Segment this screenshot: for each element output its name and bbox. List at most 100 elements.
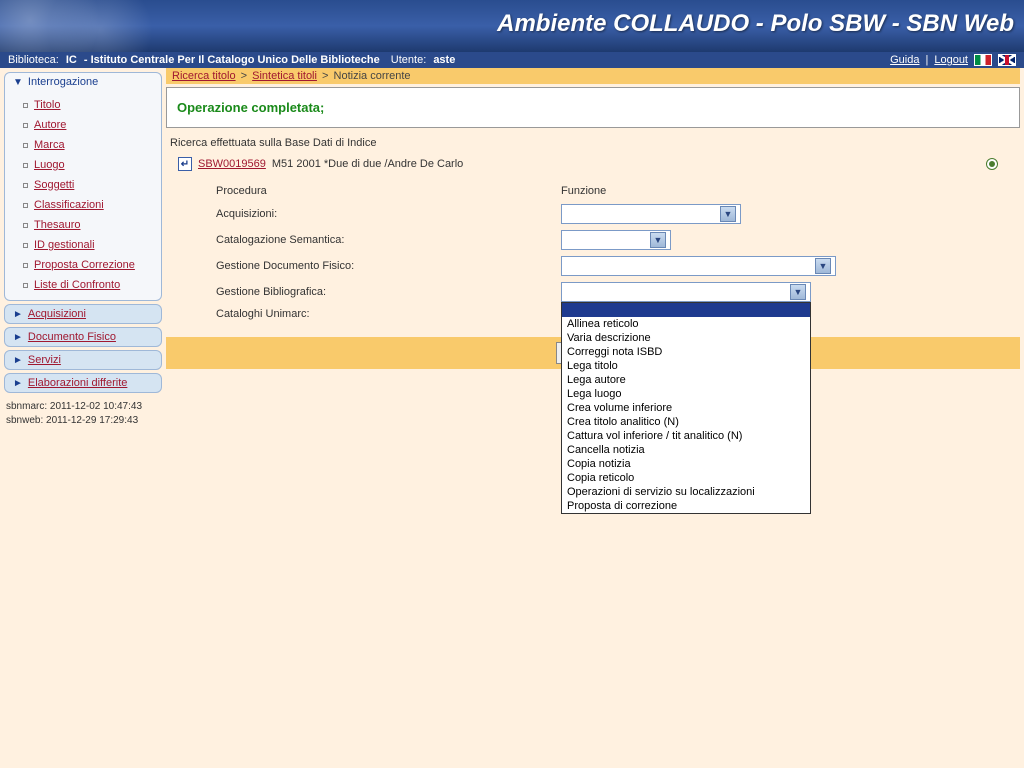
header-funzione: Funzione xyxy=(561,185,606,197)
back-arrow-icon[interactable]: ↵ xyxy=(178,157,192,171)
bullet-icon xyxy=(23,143,28,148)
sidebar-item: Titolo xyxy=(23,95,153,115)
dropdown-option[interactable]: Crea titolo analitico (N) xyxy=(562,415,810,429)
app-title: Ambiente COLLAUDO - Polo SBW - SBN Web xyxy=(497,10,1014,38)
sidebar-link[interactable]: ID gestionali xyxy=(34,239,95,251)
dropdown-option[interactable]: Cattura vol inferiore / tit analitico (N… xyxy=(562,429,810,443)
sidebar-item: Classificazioni xyxy=(23,195,153,215)
dropdown-option[interactable]: Operazioni di servizio su localizzazioni xyxy=(562,485,810,499)
sidebar-link[interactable]: Proposta Correzione xyxy=(34,259,135,271)
record-row: ↵ SBW0019569 M51 2001 *Due di due /Andre… xyxy=(166,153,1020,181)
sidebar-link[interactable]: Liste di Confronto xyxy=(34,279,120,291)
select-gestione-bibliografica-[interactable]: ▼ xyxy=(561,282,811,302)
select-catalogazione-semantica-[interactable]: ▼ xyxy=(561,230,671,250)
nav-header[interactable]: ► Servizi xyxy=(13,354,153,366)
select-gestione-documento-fisico-[interactable]: ▼ xyxy=(561,256,836,276)
select-acquisizioni-[interactable]: ▼ xyxy=(561,204,741,224)
bullet-icon xyxy=(23,223,28,228)
dropdown-option[interactable]: Copia notizia xyxy=(562,457,810,471)
nav-section-link[interactable]: Acquisizioni xyxy=(28,308,86,320)
breadcrumb-link[interactable]: Sintetica titoli xyxy=(252,70,317,82)
dropdown-option[interactable]: Lega titolo xyxy=(562,359,810,373)
guida-link[interactable]: Guida xyxy=(890,54,919,66)
breadcrumb-link[interactable]: Ricerca titolo xyxy=(172,70,236,82)
chevron-down-icon: ▼ xyxy=(13,77,23,88)
flag-italy-icon[interactable] xyxy=(974,54,992,66)
radio-selected-icon[interactable] xyxy=(986,158,998,170)
nav-section: ►Acquisizioni xyxy=(4,304,162,324)
header-procedura: Procedura xyxy=(216,185,561,197)
nav-header[interactable]: ► Elaborazioni differite xyxy=(13,377,153,389)
sidebar: ▼ Interrogazione Titolo Autore Marca Luogo S… xyxy=(0,68,166,436)
nav-section-link[interactable]: Documento Fisico xyxy=(28,331,116,343)
dropdown-option[interactable]: Crea volume inferiore xyxy=(562,401,810,415)
nav-label: Interrogazione xyxy=(28,76,98,88)
sidebar-link[interactable]: Titolo xyxy=(34,99,61,111)
sidebar-link[interactable]: Thesauro xyxy=(34,219,80,231)
sidebar-link[interactable]: Autore xyxy=(34,119,66,131)
dropdown-option[interactable]: Allinea reticolo xyxy=(562,317,810,331)
status-message: Operazione completata; xyxy=(166,87,1020,128)
dropdown-option[interactable] xyxy=(562,303,810,317)
sidebar-link[interactable]: Soggetti xyxy=(34,179,74,191)
chevron-down-icon: ▼ xyxy=(815,258,831,274)
chevron-right-icon: ► xyxy=(13,332,23,343)
dropdown-option[interactable]: Proposta di correzione xyxy=(562,499,810,513)
form-label: Gestione Bibliografica: xyxy=(216,286,561,298)
subheader-left: Biblioteca: IC - Istituto Centrale Per I… xyxy=(8,54,459,66)
dropdown-option[interactable]: Lega autore xyxy=(562,373,810,387)
record-description: M51 2001 *Due di due /Andre De Carlo xyxy=(272,158,463,170)
dropdown-option[interactable]: Copia reticolo xyxy=(562,471,810,485)
timestamp-row: sbnweb: 2011-12-29 17:29:43 xyxy=(6,414,160,428)
main-content: Ricerca titolo > Sintetica titoli > Noti… xyxy=(166,68,1024,436)
nav-header-interrogazione[interactable]: ▼ Interrogazione xyxy=(13,76,153,93)
nav-header[interactable]: ► Documento Fisico xyxy=(13,331,153,343)
nav-header[interactable]: ►Acquisizioni xyxy=(13,308,153,320)
bullet-icon xyxy=(23,123,28,128)
record-id-link[interactable]: SBW0019569 xyxy=(198,158,266,170)
form-row: Gestione Bibliografica:▼ Allinea reticol… xyxy=(216,279,1000,305)
nav-section: ► Documento Fisico xyxy=(4,327,162,347)
form-label: Acquisizioni: xyxy=(216,208,561,220)
sidebar-item: Luogo xyxy=(23,155,153,175)
bullet-icon xyxy=(23,283,28,288)
utente-value: aste xyxy=(433,54,455,66)
header-banner: Ambiente COLLAUDO - Polo SBW - SBN Web xyxy=(0,0,1024,52)
form-row: Gestione Documento Fisico:▼ xyxy=(216,253,1000,279)
sidebar-item: ID gestionali xyxy=(23,235,153,255)
sidebar-item: Thesauro xyxy=(23,215,153,235)
nav-section-interrogazione: ▼ Interrogazione Titolo Autore Marca Luogo S… xyxy=(4,72,162,301)
breadcrumb: Ricerca titolo > Sintetica titoli > Noti… xyxy=(166,68,1020,84)
biblioteca-code: IC xyxy=(66,54,77,66)
dropdown-option[interactable]: Correggi nota ISBD xyxy=(562,345,810,359)
flag-uk-icon[interactable] xyxy=(998,54,1016,66)
logout-link[interactable]: Logout xyxy=(934,54,968,66)
subheader-right: Guida | Logout xyxy=(890,54,1016,66)
sidebar-link[interactable]: Luogo xyxy=(34,159,65,171)
chevron-right-icon: ► xyxy=(13,378,23,389)
form-label: Cataloghi Unimarc: xyxy=(216,308,561,320)
utente-label: Utente: xyxy=(391,54,426,66)
nav-section-link[interactable]: Elaborazioni differite xyxy=(28,377,127,389)
bullet-icon xyxy=(23,203,28,208)
dropdown-option[interactable]: Varia descrizione xyxy=(562,331,810,345)
sidebar-link[interactable]: Marca xyxy=(34,139,65,151)
chevron-down-icon: ▼ xyxy=(720,206,736,222)
dropdown-option[interactable]: Cancella notizia xyxy=(562,443,810,457)
sidebar-item: Marca xyxy=(23,135,153,155)
nav-section: ► Servizi xyxy=(4,350,162,370)
dropdown-option[interactable]: Lega luogo xyxy=(562,387,810,401)
form-row: Catalogazione Semantica: ▼ xyxy=(216,227,1000,253)
form-section: Procedura Funzione Acquisizioni:▼Catalog… xyxy=(166,181,1020,323)
chevron-right-icon: ► xyxy=(13,355,23,366)
search-info: Ricerca effettuata sulla Base Dati di In… xyxy=(166,131,1020,153)
timestamps: sbnmarc: 2011-12-02 10:47:43sbnweb: 2011… xyxy=(4,396,162,432)
form-label: Catalogazione Semantica: xyxy=(216,234,561,246)
sidebar-link[interactable]: Classificazioni xyxy=(34,199,104,211)
bullet-icon xyxy=(23,263,28,268)
chevron-down-icon: ▼ xyxy=(650,232,666,248)
timestamp-row: sbnmarc: 2011-12-02 10:47:43 xyxy=(6,400,160,414)
breadcrumb-current: Notizia corrente xyxy=(334,70,411,82)
biblioteca-name: - Istituto Centrale Per Il Catalogo Unic… xyxy=(84,54,380,66)
nav-section-link[interactable]: Servizi xyxy=(28,354,61,366)
